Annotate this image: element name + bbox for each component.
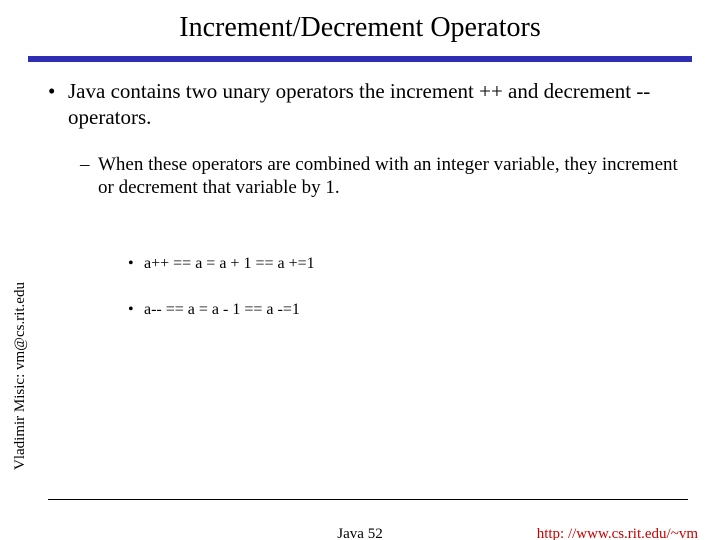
bullet-dot-icon: • <box>128 301 144 319</box>
code-text: a-- == a = a - 1 == a -=1 <box>144 301 300 319</box>
bullet-text: Java contains two unary operators the in… <box>68 78 688 131</box>
code-line: • a-- == a = a - 1 == a -=1 <box>128 301 315 319</box>
bullet-dot-icon: • <box>128 255 144 273</box>
author-label: Vladimir Misic: vm@cs.rit.edu <box>12 282 29 470</box>
sub-bullet-text: When these operators are combined with a… <box>98 153 688 201</box>
slide-title: Increment/Decrement Operators <box>0 12 720 44</box>
code-text: a++ == a = a + 1 == a +=1 <box>144 255 315 273</box>
code-line: • a++ == a = a + 1 == a +=1 <box>128 255 315 273</box>
slide: Increment/Decrement Operators • Java con… <box>0 0 720 540</box>
bullet-level-1: • Java contains two unary operators the … <box>48 78 688 131</box>
bullet-dash-icon: – <box>80 153 98 201</box>
title-divider <box>28 56 692 62</box>
footer-divider <box>48 499 688 500</box>
bullet-level-2: – When these operators are combined with… <box>80 153 688 201</box>
bullet-dot-icon: • <box>48 78 68 131</box>
footer-url: http: //www.cs.rit.edu/~vm <box>537 526 698 540</box>
code-examples: • a++ == a = a + 1 == a +=1 • a-- == a =… <box>128 255 315 347</box>
content-area: • Java contains two unary operators the … <box>48 78 688 200</box>
